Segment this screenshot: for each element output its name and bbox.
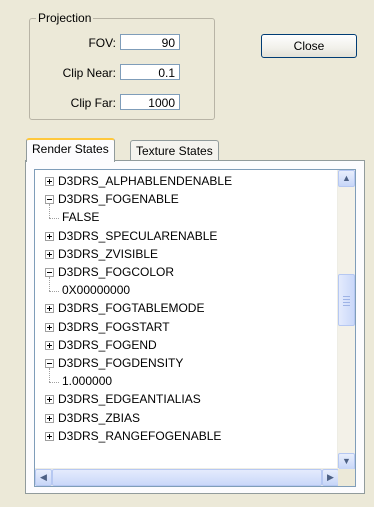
fov-input[interactable]: 90 <box>120 34 180 50</box>
clip-near-input[interactable]: 0.1 <box>120 64 180 80</box>
tree-item-label: D3DRS_FOGENABLE <box>58 192 179 207</box>
tree-item-label: D3DRS_RANGEFOGENABLE <box>58 428 222 443</box>
tree-branch-line <box>49 218 59 220</box>
render-states-tree[interactable]: D3DRS_ALPHABLENDENABLE D3DRS_FOGENABLE FAL… <box>34 169 356 487</box>
tree-item-label: D3DRS_EDGEANTIALIAS <box>58 392 201 407</box>
collapse-minus-icon[interactable] <box>45 195 54 205</box>
tree-item-label: D3DRS_SPECULARENABLE <box>58 228 218 243</box>
tree-child-value: 0X00000000 <box>62 283 131 298</box>
tree-item-label: D3DRS_ZVISIBLE <box>58 246 159 261</box>
expand-plus-icon[interactable] <box>45 413 54 423</box>
tab-texture-states[interactable]: Texture States <box>130 140 219 162</box>
clip-far-label: Clip Far: <box>70 96 116 110</box>
expand-plus-icon[interactable] <box>45 304 54 314</box>
tree-item-label: D3DRS_ALPHABLENDENABLE <box>58 174 233 188</box>
vertical-scroll-thumb[interactable] <box>338 274 355 326</box>
tree-branch-line <box>49 277 50 292</box>
fov-label: FOV: <box>88 36 116 50</box>
projection-group-title: Projection <box>36 11 94 25</box>
tree-item-label: D3DRS_FOGTABLEMODE <box>58 301 205 316</box>
tree-item-label: D3DRS_FOGSTART <box>58 319 170 334</box>
close-button[interactable]: Close <box>261 34 357 58</box>
horizontal-scrollbar[interactable]: ◀ ▶ <box>35 468 339 486</box>
expand-plus-icon[interactable] <box>45 231 54 241</box>
collapse-minus-icon[interactable] <box>45 268 54 277</box>
tree-branch-line <box>49 204 50 219</box>
tree-item-label: D3DRS_ZBIAS <box>58 410 141 425</box>
arrow-right-icon[interactable]: ▶ <box>322 469 339 486</box>
tree-item-label: D3DRS_FOGEND <box>58 337 157 352</box>
render-states-panel: D3DRS_ALPHABLENDENABLE D3DRS_FOGENABLE FAL… <box>25 160 365 494</box>
vertical-scrollbar[interactable]: ▲ ▼ <box>337 170 355 470</box>
tree-branch-line <box>49 382 59 384</box>
expand-plus-icon[interactable] <box>45 177 54 186</box>
arrow-down-icon[interactable]: ▼ <box>338 453 355 470</box>
tree-child-value: 1.000000 <box>62 374 113 389</box>
expand-plus-icon[interactable] <box>45 395 54 405</box>
tree-branch-line <box>49 368 50 383</box>
arrow-left-icon[interactable]: ◀ <box>35 469 52 486</box>
clip-near-label: Clip Near: <box>62 66 116 80</box>
expand-plus-icon[interactable] <box>45 431 54 441</box>
tree-child-value: FALSE <box>62 210 100 225</box>
expand-plus-icon[interactable] <box>45 322 54 332</box>
scrollbar-corner <box>338 469 355 486</box>
horizontal-scroll-thumb[interactable] <box>52 469 322 486</box>
arrow-up-icon[interactable]: ▲ <box>338 170 355 187</box>
tree-item-label: D3DRS_FOGCOLOR <box>58 265 175 279</box>
tree-item-label: D3DRS_FOGDENSITY <box>58 356 184 370</box>
expand-plus-icon[interactable] <box>45 340 54 350</box>
collapse-minus-icon[interactable] <box>45 359 54 368</box>
tree-branch-line <box>49 291 59 293</box>
clip-far-input[interactable]: 1000 <box>120 94 180 110</box>
tab-render-states[interactable]: Render States <box>26 138 115 162</box>
expand-plus-icon[interactable] <box>45 249 54 259</box>
